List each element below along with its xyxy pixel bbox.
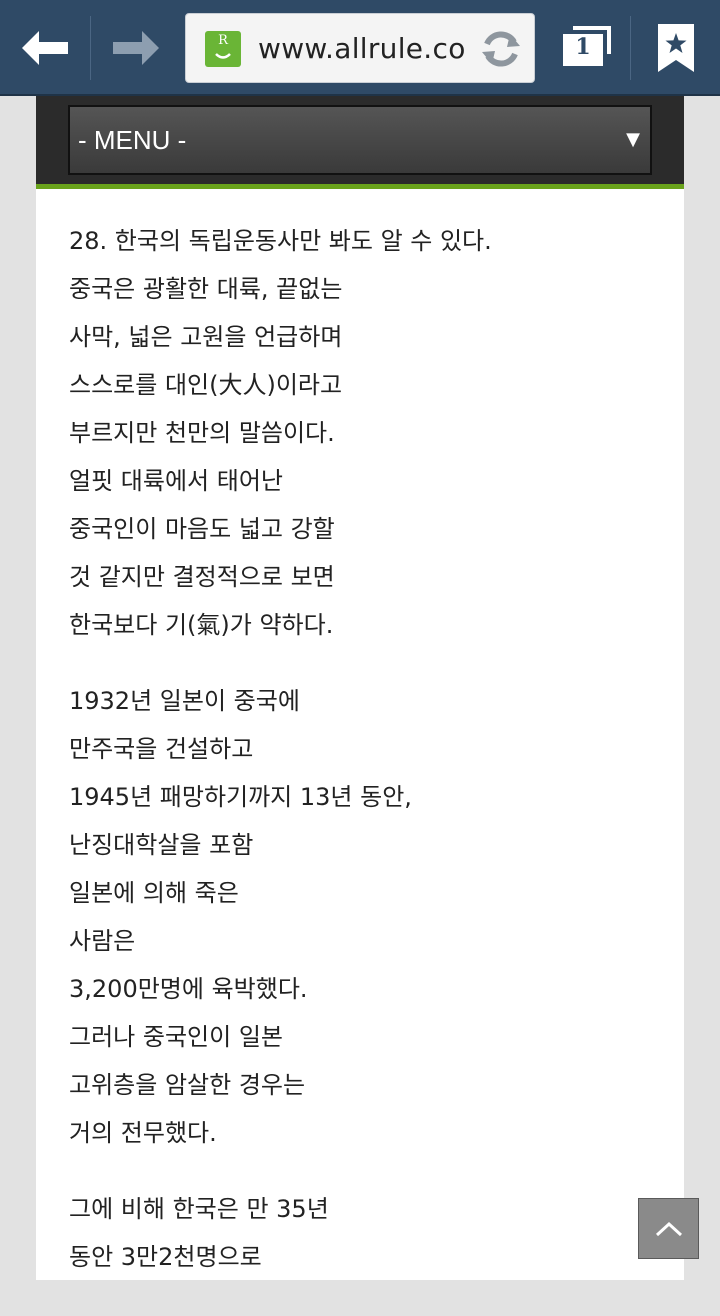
article-body: 28. 한국의 독립운동사만 봐도 알 수 있다. 중국은 광활한 대륙, 끝없… [69, 224, 669, 1316]
smile-icon [215, 53, 231, 59]
tabs-button[interactable]: 1 [548, 0, 628, 96]
browser-toolbar: R www.allrule.com 1 [0, 0, 720, 96]
reload-icon [482, 31, 520, 67]
forward-button[interactable] [91, 0, 181, 96]
text-line: 것 같지만 결정적으로 보면 [69, 563, 335, 591]
page-content-frame: - MENU - ▼ 28. 한국의 독립운동사만 봐도 알 수 있다. 중국은… [36, 96, 684, 1280]
paragraph: 28. 한국의 독립운동사만 봐도 알 수 있다. 중국은 광활한 대륙, 끝없… [69, 224, 669, 656]
tab-count: 1 [575, 34, 591, 60]
text-line: 일본에 의해 죽은 [69, 879, 239, 907]
tabs-icon: 1 [561, 26, 615, 70]
text-line: 3,200만명에 육박했다. [69, 975, 308, 1003]
paragraph: 그에 비해 한국은 만 35년 동안 3만2천명으로 [69, 1192, 669, 1288]
menu-band: - MENU - ▼ [36, 96, 684, 189]
text-line: 고위층을 암살한 경우는 [69, 1071, 306, 1099]
chevron-up-icon [655, 1221, 682, 1236]
site-favicon: R [205, 31, 241, 67]
text-line: 얼핏 대륙에서 태어난 [69, 467, 283, 495]
paragraph: 1932년 일본이 중국에 만주국을 건설하고 1945년 패망하기까지 13년… [69, 684, 669, 1164]
text-line: 1945년 패망하기까지 13년 동안, [69, 783, 412, 811]
text-line: 중국은 광활한 대륙, 끝없는 [69, 275, 343, 303]
arrow-left-icon [22, 31, 68, 65]
toolbar-divider [630, 16, 631, 80]
text-line: 그러나 중국인이 일본 [69, 1023, 283, 1051]
reload-button[interactable] [478, 26, 524, 72]
text-line: 한국보다 기(氣)가 약하다. [69, 611, 334, 639]
url-text[interactable]: www.allrule.com [258, 32, 468, 68]
text-line: 사막, 넓은 고원을 언급하며 [69, 323, 343, 351]
text-line: 난징대학살을 포함 [69, 831, 254, 859]
menu-label: - MENU - [78, 125, 187, 155]
text-line: 만주국을 건설하고 [69, 735, 254, 763]
text-line: 동안 3만2천명으로 [69, 1243, 262, 1271]
text-line: 중국인이 마음도 넓고 강할 [69, 515, 335, 543]
text-line: 스스로를 대인(大人)이라고 [69, 371, 343, 399]
bookmark-button[interactable] [636, 0, 716, 96]
back-button[interactable] [0, 0, 90, 96]
text-line: 1932년 일본이 중국에 [69, 687, 300, 715]
scroll-to-top-button[interactable] [638, 1198, 699, 1259]
text-line: 28. 한국의 독립운동사만 봐도 알 수 있다. [69, 227, 492, 255]
arrow-right-icon [113, 31, 159, 65]
text-line: 부르지만 천만의 말씀이다. [69, 419, 335, 447]
bookmark-star-icon [658, 24, 694, 72]
address-bar[interactable]: R www.allrule.com [185, 13, 535, 83]
text-line: 그에 비해 한국은 만 35년 [69, 1195, 329, 1223]
text-line: 거의 전무했다. [69, 1119, 217, 1147]
menu-dropdown[interactable]: - MENU - ▼ [68, 105, 652, 175]
text-line: 사람은 [69, 927, 136, 955]
dropdown-arrow-icon: ▼ [626, 129, 640, 150]
